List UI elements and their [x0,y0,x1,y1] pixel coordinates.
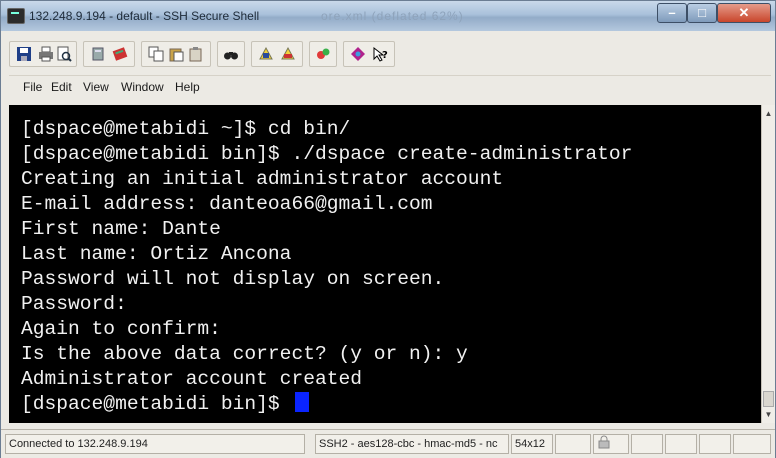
terminal-line: [dspace@metabidi ~]$ cd bin/ [21,118,351,140]
status-cell-empty [733,434,771,454]
settings-icon[interactable] [315,46,331,62]
toolbar-group-file [9,41,77,67]
terminal-app-icon [7,8,25,24]
scrollbar-thumb[interactable] [763,391,774,407]
terminal-scrollbar[interactable]: ▲ ▼ [761,105,775,423]
terminal-line: Again to confirm: [21,318,221,340]
terminal-line: Last name: Ortiz Ancona [21,243,292,265]
terminal-line: Creating an initial administrator accoun… [21,168,504,190]
window-title: 132.248.9.194 - default - SSH Secure She… [29,9,260,23]
toolbar-group-help: ? [343,41,395,67]
menu-view[interactable]: View [83,80,109,94]
scroll-up-icon[interactable]: ▲ [762,107,775,121]
paste-icon[interactable] [168,46,184,62]
status-cell-empty [699,434,731,454]
minimize-icon: – [668,5,676,20]
menu-help[interactable]: Help [175,80,200,94]
ssh-client-window: 132.248.9.194 - default - SSH Secure She… [0,0,776,458]
status-cell-empty [631,434,663,454]
menu-window[interactable]: Window [121,80,164,94]
menu-file[interactable]: File [23,80,42,94]
title-bar[interactable]: 132.248.9.194 - default - SSH Secure She… [1,1,775,31]
profiles-icon[interactable] [112,46,128,62]
terminal-line: Password: [21,293,127,315]
svg-text:?: ? [382,50,388,61]
new-file-transfer-icon[interactable] [280,46,296,62]
new-terminal-icon[interactable] [258,46,274,62]
print-preview-icon[interactable] [56,46,72,62]
close-icon: ✕ [738,5,750,20]
terminal-line: First name: Dante [21,218,221,240]
toolbar-group-settings [309,41,337,67]
terminal-line: Administrator account created [21,368,362,390]
terminal-line: Password will not display on screen. [21,268,445,290]
status-cell-empty [665,434,697,454]
save-icon[interactable] [16,46,32,62]
toolbar-group-clipboard [141,41,211,67]
toolbar-group-connect [83,41,135,67]
toolbar-group-find [217,41,245,67]
connection-status: Connected to 132.248.9.194 [5,434,305,454]
maximize-button[interactable]: □ [687,3,717,23]
minimize-button[interactable]: – [657,3,687,23]
toolbar-group-windows [251,41,303,67]
status-cell-empty [555,434,591,454]
find-icon[interactable] [223,46,239,62]
maximize-icon: □ [698,5,706,20]
background-window-title: ore.xml (deflated 62%) [321,9,464,23]
terminal-size-status: 54x12 [511,434,553,454]
print-icon[interactable] [38,46,54,62]
terminal-cursor [295,392,310,412]
status-bar: Connected to 132.248.9.194 SSH2 - aes128… [1,429,775,458]
terminal-line: Is the above data correct? (y or n): y [21,343,468,365]
lock-icon [598,435,610,449]
copy-icon[interactable] [148,46,164,62]
terminal-prompt-line: [dspace@metabidi bin]$ [21,392,310,416]
quick-connect-icon[interactable] [90,46,106,62]
terminal-output[interactable]: [dspace@metabidi ~]$ cd bin/ [dspace@met… [9,105,761,423]
toolbar: ? [9,41,771,67]
scroll-down-icon[interactable]: ▼ [762,408,775,422]
help-topics-icon[interactable] [350,46,366,62]
menu-bar: File Edit View Window Help [9,75,771,98]
close-button[interactable]: ✕ [717,3,771,23]
terminal-prompt: [dspace@metabidi bin]$ [21,393,292,415]
menu-edit[interactable]: Edit [51,80,72,94]
context-help-icon[interactable]: ? [372,46,388,62]
terminal-line: E-mail address: danteoa66@gmail.com [21,193,433,215]
terminal-line: [dspace@metabidi bin]$ ./dspace create-a… [21,143,633,165]
cipher-status: SSH2 - aes128-cbc - hmac-md5 - nc [315,434,509,454]
paste-special-icon[interactable] [188,46,204,62]
status-cell-lock [593,434,629,454]
